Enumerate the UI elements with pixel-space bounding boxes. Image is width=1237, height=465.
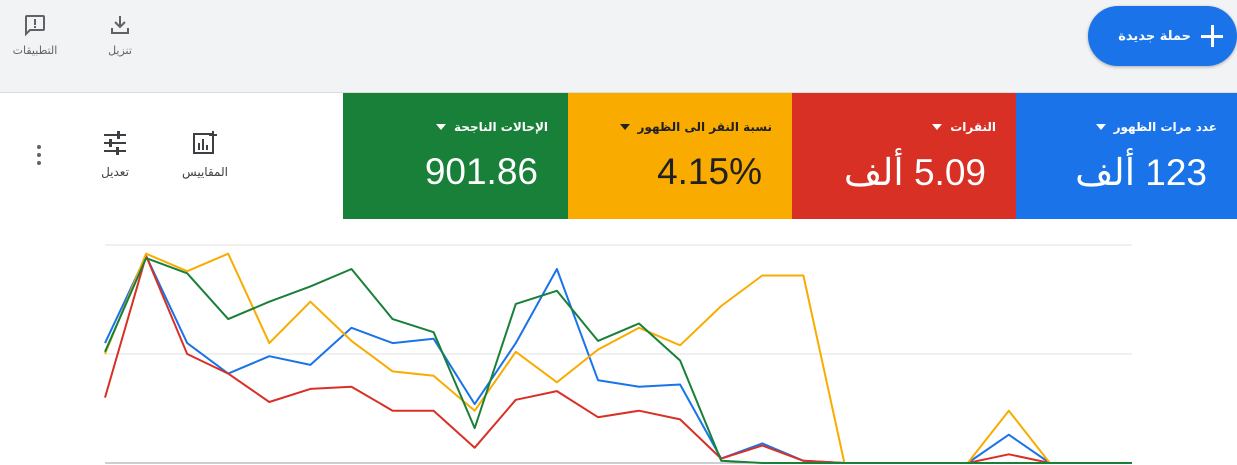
caret-down-icon xyxy=(932,124,943,130)
series-line-1 xyxy=(104,254,1132,464)
caret-down-icon xyxy=(1095,124,1106,130)
metric-card-impressions[interactable]: عدد مرات الظهور 123 ألف xyxy=(1016,93,1237,219)
metric-label: الإحالات الناجحة xyxy=(454,120,548,134)
series-line-2 xyxy=(104,252,1132,464)
more-options-icon[interactable] xyxy=(37,145,41,169)
metric-card-ctr[interactable]: نسبة النقر الى الظهور 4.15% xyxy=(568,93,792,219)
metric-value: 4.15% xyxy=(657,151,762,192)
metrics-button[interactable]: المقاييس xyxy=(178,131,232,179)
apps-button[interactable]: التطبيقات xyxy=(0,10,70,57)
caret-down-icon xyxy=(619,124,630,130)
new-campaign-label: حملة جديدة xyxy=(1118,28,1191,44)
tune-icon xyxy=(92,131,138,159)
download-icon xyxy=(85,10,155,40)
add-chart-icon xyxy=(178,131,232,159)
metric-card-clicks[interactable]: النقرات 5.09 ألف xyxy=(792,93,1016,219)
performance-chart xyxy=(104,244,1132,464)
metric-label: نسبة النقر الى الظهور xyxy=(637,120,772,134)
adjust-button[interactable]: تعديل xyxy=(92,131,138,179)
metric-value: 5.09 ألف xyxy=(843,152,986,193)
performance-panel: تعديل المقاييس الإحالات الناجحة 901.86 ن… xyxy=(0,92,1237,465)
metric-value: 123 ألف xyxy=(1075,152,1207,193)
metric-label: النقرات xyxy=(950,120,996,134)
apps-label: التطبيقات xyxy=(12,44,58,57)
series-line-0 xyxy=(104,254,1132,464)
caret-down-icon xyxy=(436,124,447,130)
metric-value: 901.86 xyxy=(424,151,538,192)
feedback-icon xyxy=(0,10,70,40)
download-label: تنزيل xyxy=(108,44,132,57)
plus-icon xyxy=(1199,23,1225,49)
download-button[interactable]: تنزيل xyxy=(85,10,155,57)
metrics-label: المقاييس xyxy=(182,165,228,179)
new-campaign-button[interactable]: حملة جديدة xyxy=(1088,6,1237,66)
metric-card-conversions[interactable]: الإحالات الناجحة 901.86 xyxy=(343,93,568,219)
metric-label: عدد مرات الظهور xyxy=(1113,120,1217,134)
adjust-label: تعديل xyxy=(101,165,129,179)
